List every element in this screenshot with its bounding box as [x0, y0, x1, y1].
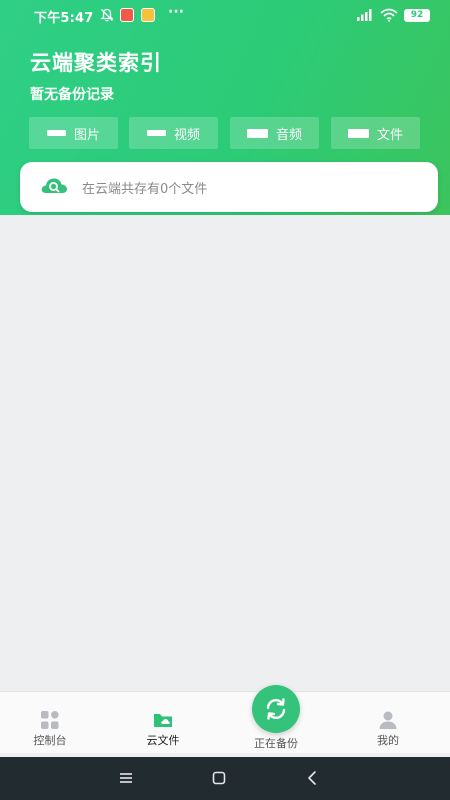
backup-status-text: 暂无备份记录 — [30, 87, 114, 103]
status-bar: 下午5:47 ··· 92 — [0, 0, 450, 32]
bottom-tab-bar: 控制台 云文件 我的 — [0, 691, 450, 753]
sync-icon — [266, 698, 286, 720]
category-label: 图片 — [73, 127, 100, 143]
cloud-folder-icon — [154, 714, 172, 727]
wifi-icon — [380, 8, 398, 22]
tab-cloud-files[interactable]: 云文件 — [118, 692, 208, 754]
tab-label: 我的 — [377, 734, 399, 747]
status-time: 下午5:47 — [34, 11, 94, 26]
home-icon[interactable] — [209, 769, 229, 787]
tab-label: 控制台 — [33, 734, 67, 747]
bell-mute-icon — [100, 8, 114, 22]
cloud-search-bar[interactable]: 在云端共存有0个文件 — [20, 162, 438, 212]
video-icon — [146, 130, 166, 136]
tab-dashboard[interactable]: 控制台 — [5, 692, 95, 754]
app-badge-red-icon — [120, 8, 134, 22]
back-icon[interactable] — [303, 769, 323, 787]
category-files-button[interactable]: 文件 — [331, 117, 420, 149]
dashboard-icon — [41, 711, 59, 729]
category-images-button[interactable]: 图片 — [29, 117, 118, 149]
file-list-area — [0, 215, 450, 691]
cloud-search-icon — [41, 178, 67, 193]
tab-label: 云文件 — [146, 734, 180, 747]
user-icon — [379, 711, 397, 729]
category-audio-button[interactable]: 音频 — [230, 117, 319, 149]
tab-backing-up-label: 正在备份 — [254, 737, 298, 750]
battery-icon: 92 — [404, 9, 430, 22]
image-icon — [46, 130, 66, 136]
menu-icon[interactable] — [116, 769, 136, 787]
category-videos-button[interactable]: 视频 — [129, 117, 218, 149]
status-more-icon: ··· — [168, 4, 184, 20]
file-icon — [347, 128, 369, 138]
audio-icon — [246, 128, 268, 138]
category-label: 音频 — [275, 127, 302, 143]
search-summary-text: 在云端共存有0个文件 — [82, 182, 208, 197]
tab-me[interactable]: 我的 — [343, 692, 433, 754]
backup-sync-button[interactable] — [252, 685, 300, 733]
system-navigation-bar — [0, 757, 450, 800]
category-label: 文件 — [376, 127, 403, 143]
category-label: 视频 — [173, 127, 200, 143]
page-title: 云端聚类索引 — [30, 51, 162, 75]
signal-icon — [357, 9, 372, 21]
app-badge-yellow-icon — [141, 8, 155, 22]
